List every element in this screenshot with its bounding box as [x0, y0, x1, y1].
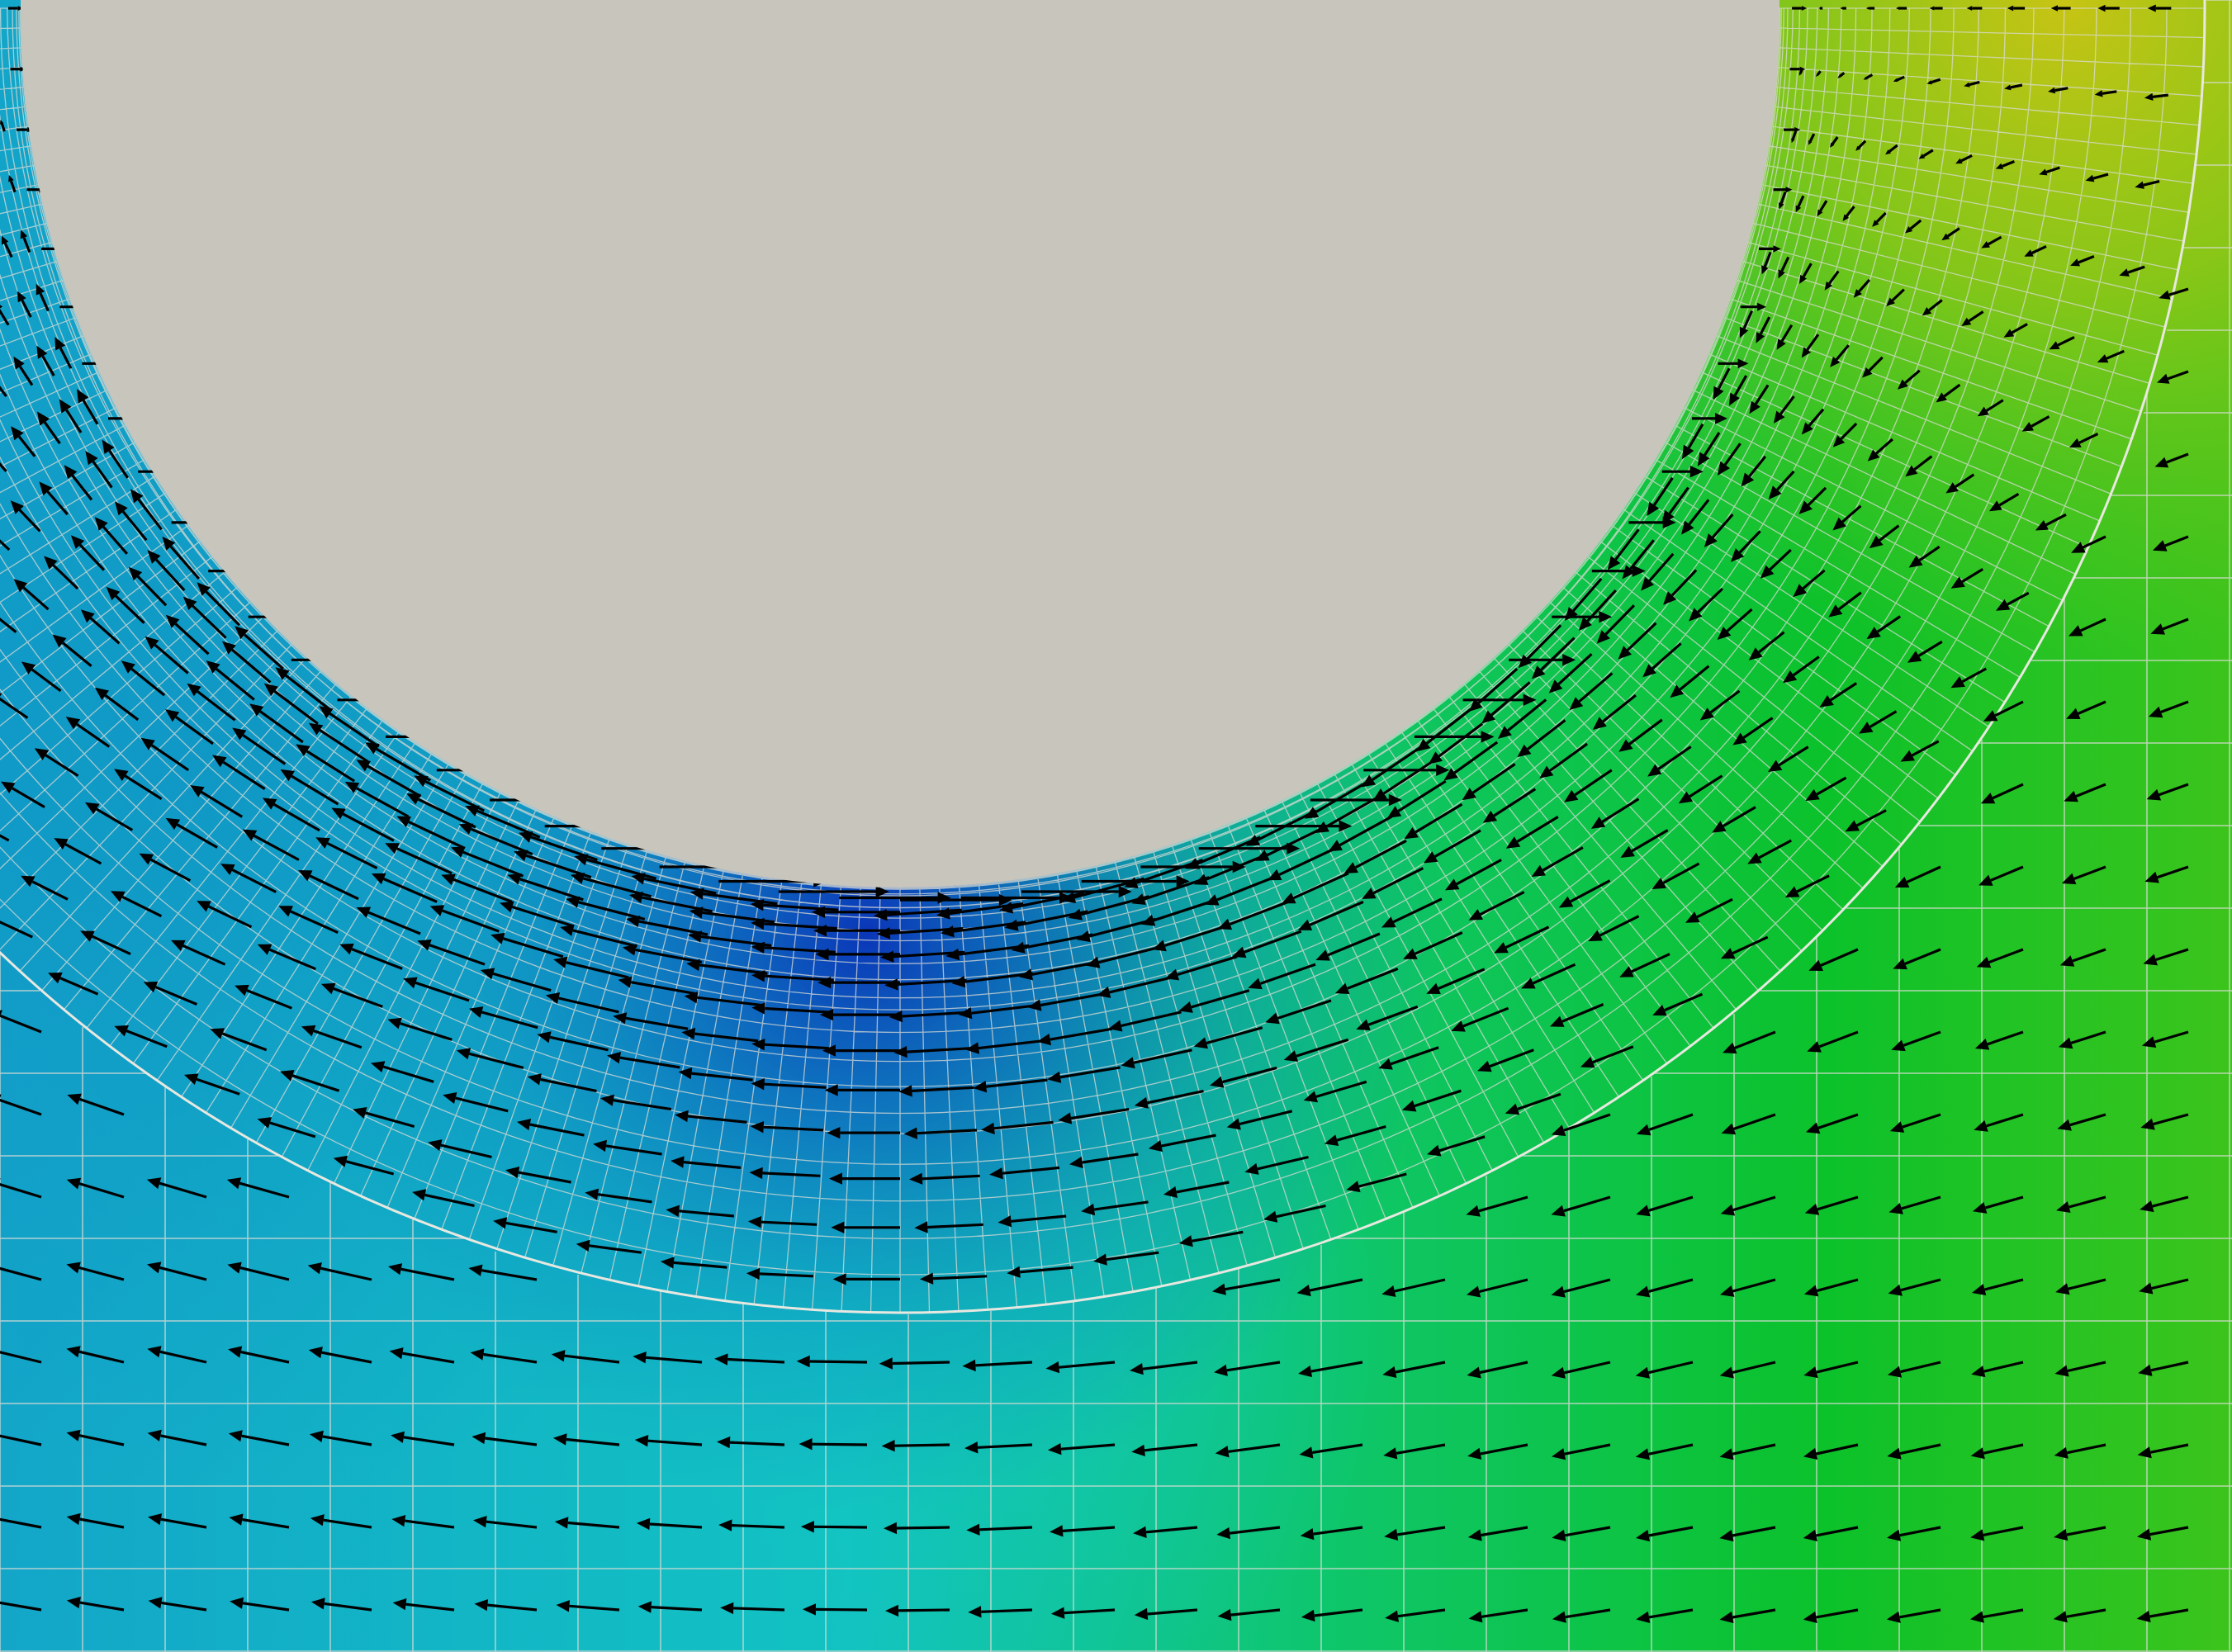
flow-visualization	[0, 0, 2232, 1652]
